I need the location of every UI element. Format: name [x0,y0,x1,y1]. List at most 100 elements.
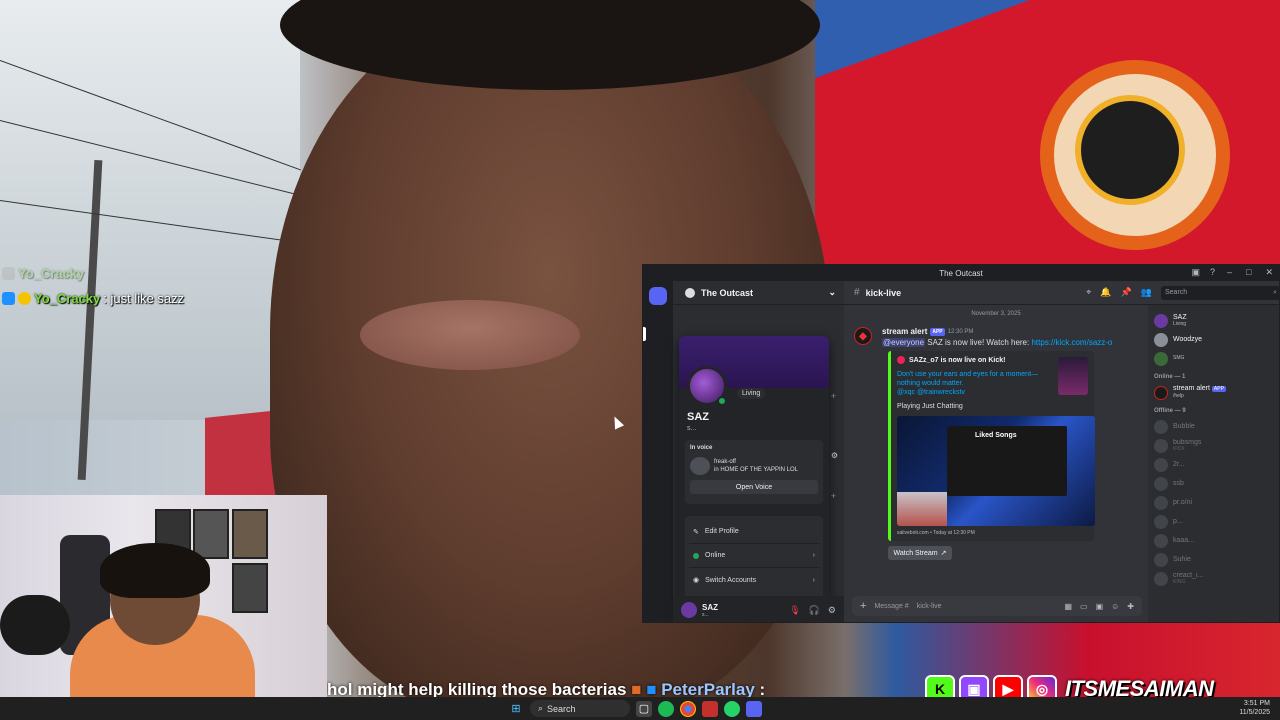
status-item[interactable]: Online › [689,544,819,568]
watch-stream-label: Watch Stream [893,549,938,557]
clock-date: 11/5/2025 [1239,709,1270,716]
member-item[interactable]: ssb [1154,474,1275,493]
account-icon: ◉ [693,577,700,584]
inbox-icon[interactable]: ▣ [1191,267,1200,278]
chrome-icon[interactable] [680,700,696,717]
user-avatar[interactable] [681,602,697,618]
add-attachment-icon[interactable]: + [860,600,866,612]
embed-author-icon [897,356,905,364]
bell-icon[interactable]: 🔔 [1100,287,1111,298]
maximize-icon[interactable]: □ [1246,267,1251,278]
date-divider: November 3, 2025 [971,311,1021,317]
spotify-icon[interactable] [658,700,674,717]
microphone [0,595,70,655]
close-icon[interactable]: ✕ [1265,267,1273,278]
threads-icon[interactable]: ⌖ [1086,287,1091,298]
voice-server-name: in HOME OF THE YAPPIN LOL [714,467,799,473]
bot-avatar[interactable]: ◆ [854,327,872,345]
member-avatar [1154,332,1168,347]
chat-username: Yo_Cracky [18,266,85,281]
embed-description: Don't use your ears and eyes for a momen… [897,370,1057,397]
message-author[interactable]: stream alert [882,327,927,336]
member-item[interactable]: pr.o/ni [1154,493,1275,512]
server-name: The Outcast [701,287,754,298]
member-avatar [1154,533,1168,548]
offline-header: Offline — 9 [1154,408,1186,414]
wall-poster [193,509,229,559]
member-avatar [1154,313,1168,328]
member-item[interactable]: SAZ Living [1154,311,1275,330]
member-item[interactable]: creact_i... KING [1154,569,1275,588]
server-header[interactable]: The Outcast ⌄ [673,281,844,305]
gif-icon[interactable]: ▭ [1080,602,1088,611]
whatsapp-icon[interactable] [724,700,740,717]
open-voice-button[interactable]: Open Voice [690,480,818,494]
member-name: pr.o/ni [1173,499,1193,506]
member-avatar [1154,552,1168,567]
profile-name: SAZ [687,411,709,423]
kick-link[interactable]: https://kick.com/sazz-o [1031,338,1112,347]
discord-home-icon[interactable] [649,287,667,305]
online-header: Online — 1 [1154,374,1186,380]
window-titlebar: The Outcast ▣ ? – □ ✕ [643,265,1279,281]
server-sidebar [643,281,673,622]
watch-stream-button[interactable]: Watch Stream ↗ [888,546,952,560]
emoji-icon[interactable]: ☺ [1111,602,1119,611]
composer-placeholder: Message # [874,602,909,610]
user-settings-icon[interactable]: ⚙ [828,605,836,616]
settings-icon[interactable]: ⚙ [831,451,838,460]
member-item[interactable]: kaaa... [1154,531,1275,550]
member-item[interactable]: Bubble [1154,417,1275,436]
embed-author: SAZz_o7 is now live on Kick! [909,356,1006,364]
member-item[interactable]: bubsmgs KICK [1154,436,1275,455]
add-channel-icon[interactable]: + [831,391,836,401]
taskbar-center: ⊞ ⌕ Search ▢ [508,697,762,720]
taskbar-clock[interactable]: 3:51 PM 11/5/2025 [1239,699,1270,717]
member-item[interactable]: p... [1154,512,1275,531]
apps-icon[interactable]: ✚ [1127,602,1134,611]
streamer-hair [100,543,210,598]
title-tools: ▣ ? [1191,267,1215,278]
embed-desc-text: Don't use your ears and eyes for a momen… [897,371,1039,387]
voice-avatars-icon [690,457,710,475]
wall-poster [232,563,268,613]
embed-image[interactable]: Liked Songs [897,416,1095,526]
member-item[interactable]: Suhie [1154,550,1275,569]
member-status: Living [1173,320,1187,327]
members-icon[interactable]: 👥 [1141,287,1152,298]
mute-mic-icon[interactable]: 🎙 [789,605,800,616]
task-view-icon[interactable]: ▢ [636,700,652,717]
member-item[interactable]: 2r... [1154,455,1275,474]
start-icon[interactable]: ⊞ [508,701,524,717]
window-title: The Outcast [939,268,983,278]
member-name: Woodzye [1173,336,1203,343]
online-status-icon [717,396,727,406]
edit-profile-item[interactable]: ✎ Edit Profile [689,520,819,544]
minimize-icon[interactable]: – [1227,267,1232,278]
switch-accounts-item[interactable]: ◉ Switch Accounts › [689,568,819,592]
sign-logo-eye [1075,95,1185,205]
member-status: SMG [1173,355,1185,361]
switch-accounts-label: Switch Accounts [705,576,757,584]
app-icon[interactable] [702,700,718,717]
hash-icon: # [854,287,860,298]
member-item[interactable]: SMG [1154,349,1275,368]
member-avatar [1154,419,1168,434]
embed-mentions[interactable]: @xqc @trainwreckstv [897,389,965,396]
help-icon[interactable]: ? [1210,267,1215,278]
search-input[interactable]: Search ⌕ [1161,285,1279,300]
custom-status: Living [737,388,766,399]
pin-icon[interactable]: 📌 [1121,287,1132,298]
member-item[interactable]: stream alert APP/help [1154,383,1275,402]
message-composer[interactable]: + Message # kick-live ▦ ▭ ▣ ☺ ✚ [852,596,1142,616]
add-channel-icon[interactable]: + [831,491,836,501]
sticker-icon[interactable]: ▣ [1096,602,1104,611]
wall-poster [232,509,268,559]
taskbar-search[interactable]: ⌕ Search [530,700,630,717]
streamer-mouth [360,300,580,370]
deafen-icon[interactable]: 🎧 [809,605,820,616]
gift-icon[interactable]: ▦ [1064,602,1072,611]
app-badge: APP [930,327,945,336]
member-item[interactable]: Woodzye [1154,330,1275,349]
discord-icon[interactable] [746,700,762,717]
